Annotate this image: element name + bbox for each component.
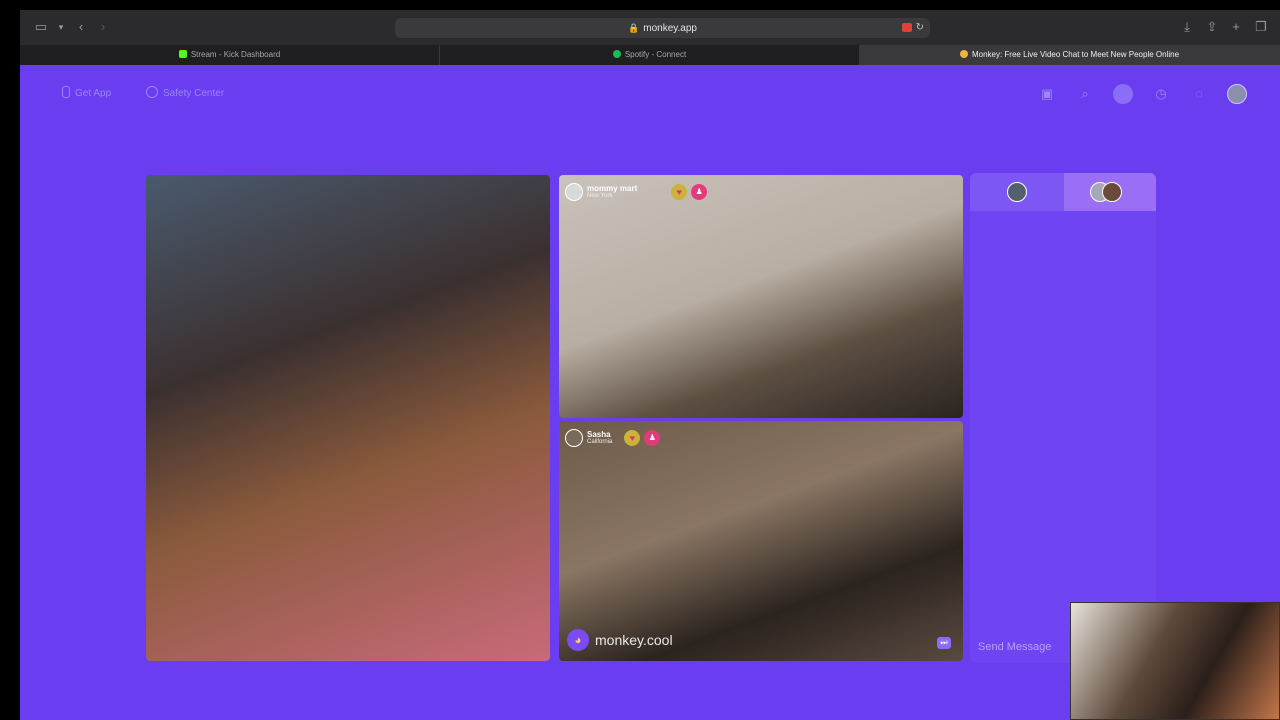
camera-recording-icon[interactable] (902, 23, 912, 32)
gift-icon[interactable]: ♟ (644, 430, 661, 446)
address-bar[interactable]: 🔒 monkey.app ↻ (395, 18, 930, 38)
get-app-label: Get App (75, 88, 112, 99)
participant-video-tile: mommy mart New York ♥ ♟ (559, 175, 963, 418)
tab-monkey[interactable]: Monkey: Free Live Video Chat to Meet New… (860, 45, 1280, 65)
monkey-logo-icon: ◕ (567, 629, 589, 651)
chat-panel: Send Message (970, 173, 1156, 663)
kick-favicon-icon (178, 50, 187, 58)
profile-avatar-icon[interactable] (1227, 84, 1247, 104)
phone-icon (62, 86, 70, 98)
download-icon[interactable]: ⤓ (1178, 18, 1196, 36)
monkey-watermark: ◕ monkey.cool (567, 629, 673, 651)
streamer-webcam-overlay (1070, 602, 1280, 720)
history-icon[interactable]: ◷ (1151, 84, 1171, 104)
forward-icon[interactable]: › (94, 18, 112, 36)
url-text: monkey.app (643, 23, 697, 34)
avatar[interactable] (565, 183, 583, 201)
participant-location: New York (587, 193, 613, 199)
gift-icon[interactable]: ♟ (691, 184, 708, 200)
browser-toolbar: ▭ ▾ ‹ › 🔒 monkey.app ↻ ⤓ ⇪ + ❐ (20, 10, 1280, 45)
share-icon[interactable]: ⇪ (1203, 18, 1221, 36)
tab-label: Spotify - Connect (624, 50, 687, 59)
heart-icon[interactable]: ♥ (624, 430, 641, 446)
skip-icon[interactable]: ⏭ (937, 637, 951, 649)
watermark-text: monkey.cool (595, 632, 673, 648)
participant-name: mommy mart (587, 184, 638, 193)
new-tab-icon[interactable]: + (1227, 18, 1245, 36)
tab-spotify[interactable]: Spotify - Connect (440, 45, 860, 65)
search-icon[interactable]: ⌕ (1075, 84, 1095, 104)
send-message-input[interactable]: Send Message (978, 641, 1051, 653)
chat-icon[interactable]: ◌ (1189, 84, 1209, 104)
monkey-favicon-icon (959, 50, 968, 58)
get-app-button[interactable]: Get App (62, 85, 111, 103)
safety-center-label: Safety Center (163, 88, 225, 99)
tab-kick[interactable]: Stream - Kick Dashboard (20, 45, 440, 65)
spotify-favicon-icon (612, 50, 621, 58)
participant-badge: mommy mart New York ♥ ♟ (565, 181, 708, 203)
avatar[interactable] (565, 429, 583, 447)
self-video-tile (146, 175, 550, 661)
tab-label: Stream - Kick Dashboard (190, 50, 281, 59)
participant-location: California (587, 439, 613, 445)
participant-info: Sasha California (587, 430, 612, 446)
coin-icon[interactable] (1113, 84, 1133, 104)
back-icon[interactable]: ‹ (72, 18, 90, 36)
participant-info: mommy mart New York (587, 184, 637, 200)
sidebar-toggle-icon[interactable]: ▭ (32, 18, 50, 36)
safety-center-button[interactable]: Safety Center (146, 85, 224, 103)
screen: ▭ ▾ ‹ › 🔒 monkey.app ↻ ⤓ ⇪ + ❐ Stream - K… (0, 0, 1280, 720)
chat-avatar[interactable] (1102, 182, 1122, 202)
chat-header (970, 173, 1156, 211)
participant-badge: Sasha California ♥ ♟ (565, 427, 661, 449)
shop-icon[interactable]: ▣ (1037, 84, 1057, 104)
tab-strip: Stream - Kick Dashboard Spotify - Connec… (20, 45, 1280, 65)
participant-name: Sasha (587, 430, 611, 439)
shield-icon (146, 86, 158, 98)
reload-icon[interactable]: ↻ (916, 18, 924, 38)
chat-avatar[interactable] (1007, 182, 1027, 202)
tab-label: Monkey: Free Live Video Chat to Meet New… (971, 50, 1180, 59)
participant-video-tile: Sasha California ♥ ♟ ◕ monkey.cool ⏭ (559, 421, 963, 661)
lock-icon: 🔒 (628, 23, 640, 33)
tab-overview-icon[interactable]: ❐ (1252, 18, 1270, 36)
chevron-down-icon[interactable]: ▾ (52, 18, 70, 36)
heart-icon[interactable]: ♥ (671, 184, 688, 200)
